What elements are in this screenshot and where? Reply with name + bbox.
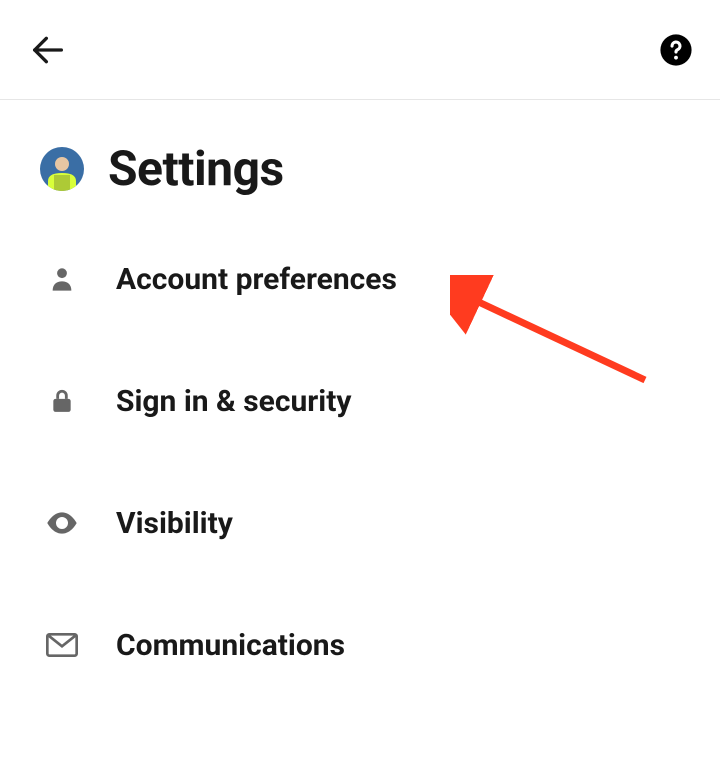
menu-item-account-preferences[interactable]: Account preferences xyxy=(40,257,680,301)
envelope-icon xyxy=(40,623,84,667)
menu-item-sign-in-security[interactable]: Sign in & security xyxy=(40,379,680,423)
top-bar xyxy=(0,0,720,100)
back-button[interactable] xyxy=(24,26,72,74)
menu-label: Visibility xyxy=(116,506,233,541)
page-title: Settings xyxy=(108,140,284,197)
back-arrow-icon xyxy=(28,30,68,70)
eye-icon xyxy=(40,501,84,545)
menu-label: Communications xyxy=(116,628,345,663)
menu-item-communications[interactable]: Communications xyxy=(40,623,680,667)
menu-label: Sign in & security xyxy=(116,384,351,419)
menu-label: Account preferences xyxy=(116,262,397,297)
person-icon xyxy=(40,257,84,301)
menu-item-visibility[interactable]: Visibility xyxy=(40,501,680,545)
help-button[interactable] xyxy=(656,30,696,70)
title-row: Settings xyxy=(40,140,680,197)
settings-menu: Account preferences Sign in & security V… xyxy=(40,257,680,667)
avatar-image xyxy=(40,147,84,191)
avatar[interactable] xyxy=(40,147,84,191)
help-icon xyxy=(659,33,693,67)
lock-icon xyxy=(40,379,84,423)
